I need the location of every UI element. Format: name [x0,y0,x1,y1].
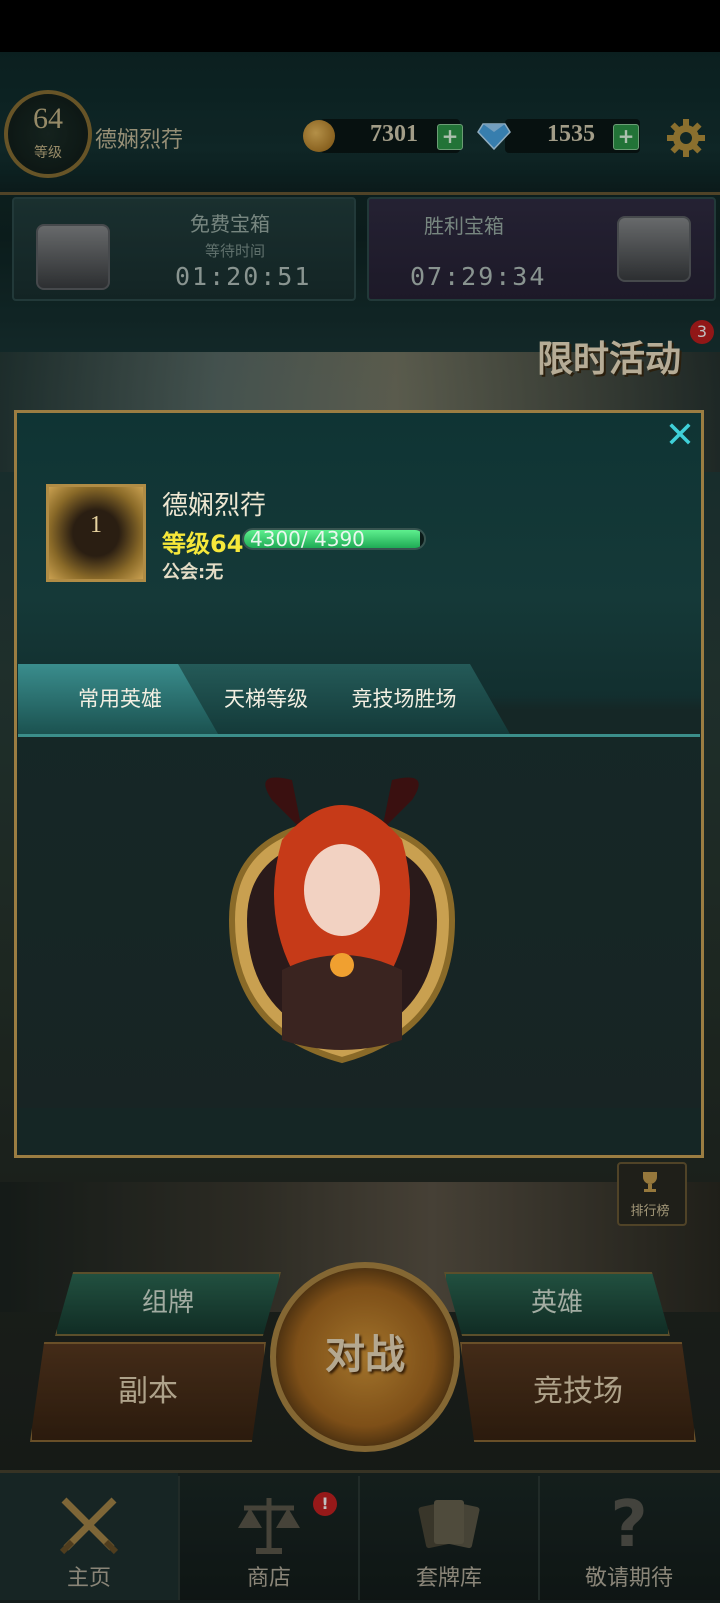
hero-portrait[interactable] [212,770,472,1070]
xp-progress-text: 4300/ 4390 [250,527,365,551]
guild-label: 公会:无 [162,562,224,583]
close-icon[interactable]: ✕ [662,418,698,454]
tab-ladder-rank-label: 天梯等级 [224,687,308,711]
tab-common-heroes-label: 常用英雄 [78,687,162,711]
profile-level: 等级64 [162,530,244,558]
modal-footer [17,1108,701,1154]
status-bar [0,0,720,52]
rank-number: 1 [90,512,102,538]
profile-player-name: 德娴烈荇 [162,491,267,521]
tab-arena-wins-label: 竞技场胜场 [351,687,457,711]
